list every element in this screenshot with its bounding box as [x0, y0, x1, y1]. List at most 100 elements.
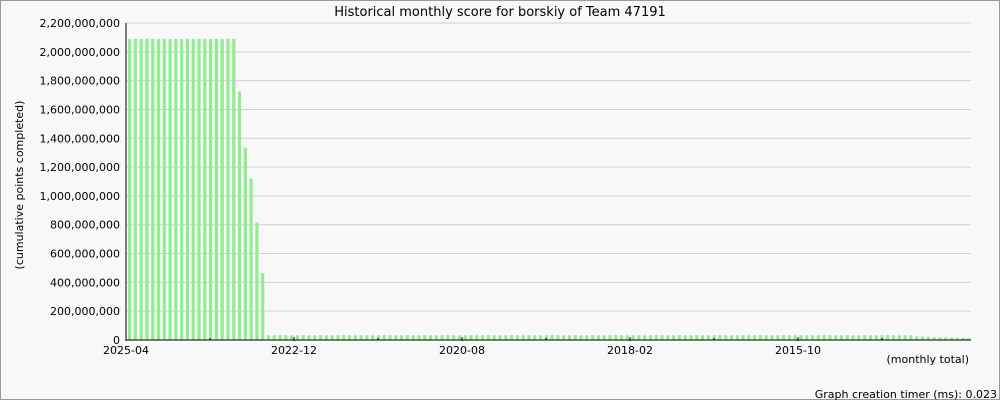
bar	[718, 335, 722, 340]
bar	[255, 222, 259, 340]
x-tick-label: 2020-08	[439, 344, 485, 357]
bar	[625, 335, 629, 340]
bar	[706, 335, 710, 340]
bar	[452, 335, 456, 340]
bar	[920, 336, 925, 340]
x-tick-label: 2015-10	[775, 344, 821, 357]
y-tick-label: 800,000,000	[50, 219, 120, 232]
bar	[805, 335, 809, 340]
chart-title: Historical monthly score for borskiy of …	[334, 5, 666, 20]
bar	[724, 335, 728, 340]
bar	[654, 335, 658, 340]
bar	[585, 335, 589, 340]
bar	[886, 335, 890, 340]
bar	[776, 335, 780, 340]
bar	[631, 335, 635, 340]
bar	[573, 335, 577, 340]
bar	[151, 38, 155, 340]
bar	[857, 335, 861, 340]
bar	[336, 335, 340, 340]
bar	[515, 335, 519, 340]
bar	[400, 335, 404, 340]
bar	[197, 38, 201, 340]
bar	[637, 335, 641, 340]
bar	[353, 335, 357, 340]
axis-layer	[125, 23, 971, 341]
bar	[209, 38, 213, 340]
bar	[365, 335, 369, 340]
bar	[278, 335, 282, 340]
bar	[237, 91, 242, 340]
bar	[162, 38, 166, 340]
bar	[839, 335, 844, 340]
x-axis-label: (monthly total)	[887, 353, 970, 366]
bar	[851, 335, 855, 340]
bar	[810, 335, 815, 340]
bar	[915, 336, 919, 340]
bar	[591, 335, 595, 340]
bar	[648, 335, 653, 340]
chart-frame: Historical monthly score for borskiy of …	[0, 0, 1000, 401]
bar	[475, 335, 479, 340]
bar	[232, 38, 236, 340]
bar	[799, 335, 803, 340]
bar	[492, 335, 496, 340]
y-tick-label: 1,600,000,000	[40, 103, 120, 116]
x-tick-label: 2018-02	[607, 344, 653, 357]
bar	[382, 335, 386, 340]
bar	[457, 335, 462, 340]
bar	[695, 335, 699, 340]
bar	[509, 335, 514, 340]
bar	[417, 335, 421, 340]
bar	[567, 335, 572, 340]
bar	[139, 38, 143, 340]
bar	[683, 335, 687, 340]
bar	[226, 38, 230, 340]
y-tick-label: 1,200,000,000	[40, 161, 120, 174]
bar	[596, 335, 600, 340]
bar	[174, 38, 178, 340]
bar	[469, 335, 473, 340]
bar	[313, 335, 317, 340]
bar	[347, 335, 352, 340]
bar	[180, 38, 184, 340]
bar	[764, 335, 768, 340]
bar	[284, 335, 288, 340]
bar	[602, 335, 606, 340]
y-tick-label: 1,800,000,000	[40, 75, 120, 88]
bar	[822, 335, 826, 340]
bar	[411, 335, 415, 340]
bar	[133, 38, 137, 340]
bar	[903, 335, 907, 340]
y-tick-label: 2,000,000,000	[40, 46, 120, 59]
bar	[834, 335, 838, 340]
bar	[828, 335, 832, 340]
bar	[538, 335, 543, 340]
bar	[434, 335, 438, 340]
bar	[168, 38, 172, 340]
bar	[301, 335, 305, 340]
bar	[504, 335, 508, 340]
y-tick-label: 600,000,000	[50, 248, 120, 261]
bar	[463, 335, 467, 340]
y-tick-labels: 0200,000,000400,000,000600,000,000800,00…	[40, 17, 120, 347]
bar	[562, 335, 566, 340]
bar	[753, 335, 757, 340]
bar	[521, 335, 525, 340]
bar	[787, 335, 791, 340]
bar	[203, 38, 207, 340]
bar	[156, 38, 161, 340]
bar	[394, 335, 398, 340]
bar	[845, 335, 849, 340]
bar	[481, 335, 485, 340]
y-tick-label: 1,400,000,000	[40, 132, 120, 145]
bar	[608, 335, 612, 340]
bar	[330, 335, 334, 340]
bar	[272, 335, 276, 340]
y-tick-label: 200,000,000	[50, 305, 120, 318]
bar	[307, 335, 311, 340]
bar	[863, 335, 867, 340]
bar	[290, 335, 294, 340]
bar	[440, 335, 444, 340]
bar	[689, 335, 693, 340]
